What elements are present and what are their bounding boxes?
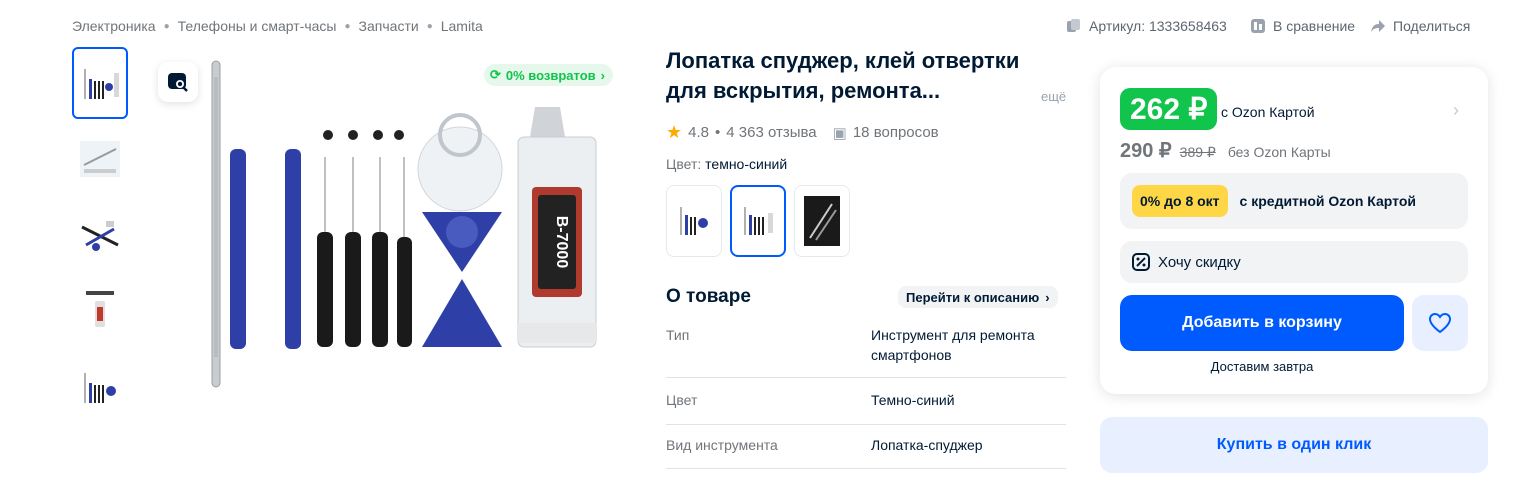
thumbnail-list bbox=[72, 47, 128, 427]
credit-offer[interactable]: 0% до 8 окт с кредитной Ozon Картой bbox=[1120, 173, 1468, 229]
returns-icon: ⟳ bbox=[490, 67, 501, 82]
spec-key: Цвет bbox=[666, 392, 698, 408]
returns-label: 0% возвратов bbox=[505, 67, 596, 83]
variant-option-selected[interactable] bbox=[730, 185, 786, 257]
reviews-count[interactable]: 4 363 отзыва bbox=[726, 124, 816, 141]
chevron-right-icon[interactable]: › bbox=[1453, 100, 1459, 121]
delivery-info: Доставим завтра bbox=[1210, 359, 1314, 374]
spec-value: Лопатка-спуджер bbox=[871, 437, 983, 453]
spec-value: Темно-синий bbox=[871, 392, 955, 408]
credit-badge: 0% до 8 окт bbox=[1132, 185, 1228, 217]
old-price: 389 ₽ bbox=[1179, 144, 1216, 160]
spec-row: Вид инструмента Лопатка-спуджер bbox=[666, 435, 1066, 469]
product-main-image[interactable]: B-7000 bbox=[140, 47, 640, 407]
buy-one-click-button[interactable]: Купить в один клик bbox=[1100, 417, 1488, 473]
heart-icon bbox=[1428, 312, 1452, 334]
article-text: Артикул: 1333658463 bbox=[1089, 18, 1227, 34]
breadcrumb-item[interactable]: Электроника bbox=[72, 18, 156, 34]
want-discount-label: Хочу скидку bbox=[1158, 253, 1241, 271]
article-number[interactable]: Артикул: 1333658463 bbox=[1066, 18, 1227, 34]
product-title: Лопатка спуджер, клей отвертки для вскры… bbox=[666, 48, 1020, 103]
variant-option[interactable] bbox=[794, 185, 850, 257]
color-label: Цвет: темно-синий bbox=[666, 156, 787, 172]
goto-description-label: Перейти к описанию bbox=[906, 289, 1040, 305]
spec-row: Цвет Темно-синий bbox=[666, 390, 1066, 425]
spec-row: Тип Инструмент для ремонта смартфонов bbox=[666, 325, 1066, 378]
breadcrumb-item[interactable]: Запчасти bbox=[359, 18, 419, 34]
rating-separator: • bbox=[715, 124, 721, 141]
color-value: темно-синий bbox=[705, 156, 788, 172]
returns-badge[interactable]: ⟳ 0% возвратов › bbox=[484, 64, 613, 86]
breadcrumb-item[interactable]: Lamita bbox=[441, 18, 483, 34]
chevron-right-icon: › bbox=[1045, 289, 1050, 305]
goto-description-button[interactable]: Перейти к описанию › bbox=[898, 286, 1058, 308]
share-icon bbox=[1371, 20, 1385, 32]
chevron-right-icon: › bbox=[600, 67, 605, 83]
spec-key: Тип bbox=[666, 327, 690, 343]
thumbnail[interactable] bbox=[72, 275, 128, 347]
breadcrumb: Электроника ● Телефоны и смарт-часы ● За… bbox=[72, 18, 483, 34]
thumbnail[interactable] bbox=[72, 199, 128, 271]
breadcrumb-separator: ● bbox=[344, 20, 351, 32]
zoom-button[interactable] bbox=[158, 62, 198, 102]
spec-value: Инструмент для ремонта смартфонов bbox=[871, 327, 1035, 363]
variant-option[interactable] bbox=[666, 185, 722, 257]
rating-row[interactable]: ★ 4.8 • 4 363 отзыва ▣ 18 вопросов bbox=[666, 122, 939, 143]
questions-count[interactable]: 18 вопросов bbox=[853, 124, 939, 141]
share-label: Поделиться bbox=[1393, 18, 1471, 34]
color-label-text: Цвет: bbox=[666, 156, 702, 172]
title-more-link[interactable]: ещё bbox=[1041, 89, 1066, 104]
breadcrumb-separator: ● bbox=[163, 20, 170, 32]
about-heading: О товаре bbox=[666, 286, 751, 307]
question-icon: ▣ bbox=[832, 124, 847, 142]
without-card-label: без Ozon Карты bbox=[1227, 144, 1331, 160]
regular-price: 290 ₽ bbox=[1120, 140, 1172, 162]
thumbnail[interactable] bbox=[72, 47, 128, 119]
variant-list bbox=[666, 185, 850, 257]
discount-icon bbox=[1132, 253, 1150, 271]
svg-text:B-7000: B-7000 bbox=[553, 216, 570, 269]
regular-price-row: 290 ₽ 389 ₽ без Ozon Карты bbox=[1120, 138, 1331, 163]
thumbnail[interactable] bbox=[72, 123, 128, 195]
ozon-card-price: 262 ₽ bbox=[1120, 88, 1218, 130]
want-discount-button[interactable]: Хочу скидку bbox=[1120, 241, 1468, 283]
spec-key: Вид инструмента bbox=[666, 437, 778, 453]
credit-text: с кредитной Ozon Картой bbox=[1239, 193, 1417, 209]
image-search-icon bbox=[168, 73, 188, 92]
star-icon: ★ bbox=[666, 122, 683, 142]
share-button[interactable]: Поделиться bbox=[1370, 18, 1470, 34]
compare-icon bbox=[1251, 19, 1265, 33]
thumbnail[interactable] bbox=[72, 351, 128, 423]
breadcrumb-item[interactable]: Телефоны и смарт-часы bbox=[178, 18, 337, 34]
with-ozon-card-label: с Ozon Картой bbox=[1221, 104, 1315, 120]
rating-value: 4.8 bbox=[688, 124, 709, 141]
compare-label: В сравнение bbox=[1273, 18, 1356, 34]
breadcrumb-separator: ● bbox=[426, 20, 433, 32]
add-to-cart-button[interactable]: Добавить в корзину bbox=[1120, 295, 1404, 351]
favorite-button[interactable] bbox=[1412, 295, 1468, 351]
copy-icon bbox=[1067, 19, 1080, 32]
compare-button[interactable]: В сравнение bbox=[1250, 18, 1355, 34]
